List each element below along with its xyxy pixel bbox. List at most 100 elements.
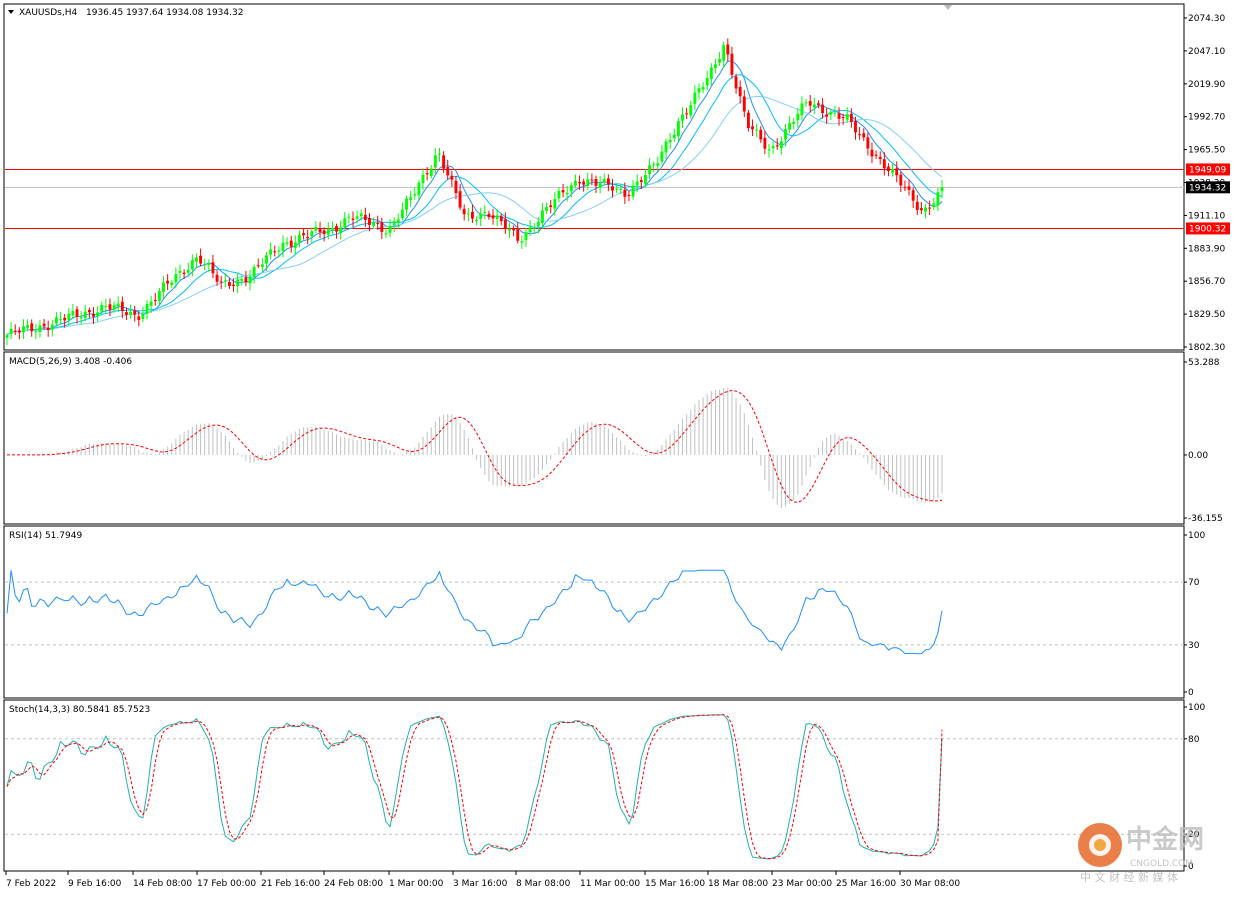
candle-body [462,208,466,215]
candle-body [734,76,738,89]
candle-body [141,314,145,319]
candle-body [421,174,425,184]
candle-body [83,311,87,318]
ohlc-label: 1936.45 1937.64 1934.08 1934.32 [86,8,243,18]
candle-body [368,218,371,226]
candle-body [524,232,528,240]
candle-body [779,141,783,149]
candle-body [569,185,573,192]
candle-body [553,198,557,209]
candle-body [874,154,878,156]
candle-body [784,129,787,140]
axis-label: 0 [1188,688,1194,698]
candle-body [335,226,338,232]
candle-body [907,186,911,190]
candle-body [516,229,520,241]
candle-body [849,113,853,123]
candle-body [438,153,441,155]
candle-body [277,250,281,252]
candle-body [59,319,62,321]
candle-body [9,328,13,334]
candle-body [207,263,211,265]
time-label: 18 Mar 08:00 [708,879,768,889]
time-label: 30 Mar 08:00 [900,879,960,889]
candle-body [590,179,594,181]
candle-body [433,155,437,168]
candle-body [751,126,754,130]
time-label: 9 Feb 16:00 [68,879,122,889]
trading-chart[interactable]: XAUUSDs,H4 1936.45 1937.64 1934.08 1934.… [0,0,1234,895]
axis-label: 100 [1188,531,1205,541]
time-label: 24 Feb 08:00 [324,879,383,889]
level-tag-label: 1900.32 [1189,224,1226,234]
candle-body [322,230,326,235]
candle-body [767,149,771,151]
candle-body [384,233,388,235]
stoch-label: Stoch(14,3,3) 80.5841 85.7523 [9,705,150,715]
candle-body [79,317,83,319]
candle-body [936,192,940,206]
candle-body [87,309,91,313]
candle-body [775,145,779,147]
candle-body [635,181,639,186]
candle-body [298,234,301,243]
candle-body [417,182,421,196]
candle-body [318,228,322,233]
candle-body [5,335,9,338]
candle-body [392,221,396,226]
axis-label: 100 [1188,703,1205,713]
candle-body [351,218,355,220]
candle-body [125,312,128,315]
candle-body [668,139,672,143]
candle-body [639,180,643,183]
candle-body [561,190,565,193]
candle-body [557,190,561,199]
candle-body [483,212,487,214]
candle-body [903,187,907,189]
candle-body [446,167,450,176]
candle-body [582,181,586,185]
candle-body [215,274,219,282]
candle-body [837,113,841,119]
candle-body [50,324,54,330]
candle-body [26,325,30,328]
candle-body [594,179,598,186]
candle-body [911,190,915,201]
candle-body [598,183,602,188]
candle-body [248,276,252,284]
candle-body [763,137,767,149]
candle-body [330,227,334,230]
candle-body [623,189,627,197]
candle-body [256,265,260,267]
candle-body [92,313,95,317]
candle-body [788,123,792,130]
candle-body [227,282,231,287]
candle-body [293,242,297,248]
candle-body [409,197,413,200]
candle-body [915,201,919,210]
candle-body [104,305,108,307]
candle-body [326,228,330,235]
time-label: 7 Feb 2022 [6,879,56,889]
candle-body [676,121,680,137]
candle-body [586,179,590,186]
candle-body [891,169,895,173]
candle-body [512,228,516,231]
axis-label: 1992.70 [1188,113,1225,123]
candle-body [471,211,474,219]
candle-body [34,331,38,333]
chart-canvas[interactable]: XAUUSDs,H4 1936.45 1937.64 1934.08 1934.… [0,0,1234,895]
candle-body [532,228,536,230]
candle-body [454,180,458,194]
candle-body [396,219,400,223]
candle-body [174,274,178,283]
candle-body [380,222,384,232]
time-label: 11 Mar 00:00 [580,879,640,889]
time-label: 25 Mar 16:00 [836,879,896,889]
candle-body [413,194,417,196]
candle-body [870,149,874,157]
candle-body [829,112,833,115]
candle-body [648,165,651,175]
candle-body [487,213,491,218]
candle-body [38,325,42,333]
